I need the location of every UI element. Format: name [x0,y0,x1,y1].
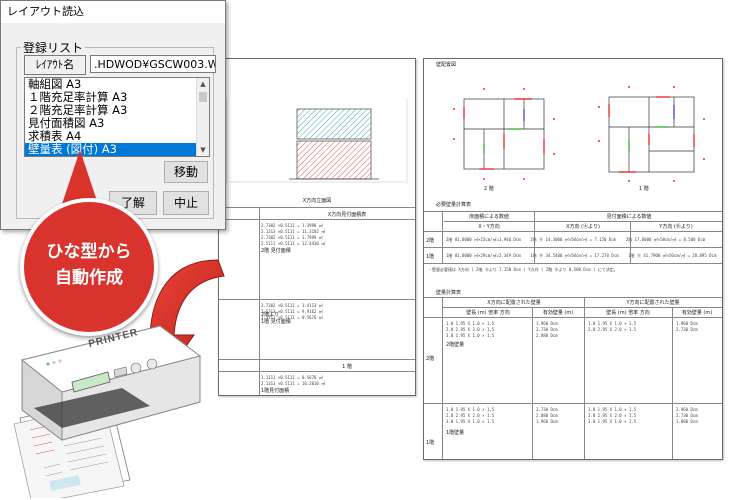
layout-load-dialog: レイアウト読込 登録リスト ﾚｲｱｳﾄ名 .HDWOD¥GSCW003.WOD … [0,0,226,230]
tbl2-data-1f: 1.0 1.95 X 1.0 × 1.5 2.0 2.95 X 2.0 × 1.5… [446,407,495,424]
tbl1-data-2f: 2階 81.0000 ㎡×15cm/㎡=1.940 Dcm 2階 Ⓐ 14.30… [446,237,706,242]
list-item-selected[interactable]: 壁量表 (図付) A3 [25,143,209,156]
tbl1-c3: Y方向 (Ⓑより) [659,224,693,230]
tbl2-eff-1f: 2.730 Dcm 2.880 Dcm 1.960 Dcm [536,407,558,424]
tbl2-h2: Y方向に配置された壁量 [626,300,680,306]
tbl2-c4: 有効壁量 (m) [681,310,713,316]
tbl2-eff-2f: 1.960 Dcm 2.730 Dcm 2.880 Dcm [536,321,558,338]
tbl2-row-2f: 2階 [426,356,435,362]
tbl2-yeff-2f: 1.960 Dcm 2.730 Dcm [676,321,698,332]
layout-path-field[interactable]: .HDWOD¥GSCW003.WOD [90,55,216,73]
tbl2-row-1f: 1階 [426,440,435,446]
tbl1-row-2f: 2階 [426,238,435,244]
scroll-up-icon[interactable]: ▲ [197,78,209,90]
bubble-line-1: ひな型から [46,242,132,262]
tbl1-row-1f: 1階 [426,254,435,260]
bubble-line-2: 自動作成 [55,268,123,288]
scroll-down-icon[interactable]: ▼ [197,144,209,156]
floor-plan-drawing [453,86,705,182]
tbl2-c3: 壁長 (m) 倍率 方向 [606,310,650,316]
tbl2-ydata-1f: 1.0 1.95 X 1.0 × 1.5 2.0 2.95 X 2.0 × 1.5… [588,407,637,424]
tbl2-c2: 有効壁量 (m) [542,310,574,316]
callout-bubble: ひな型から 自動作成 [20,198,158,336]
tbl2-sum-1f: 1階壁量 [446,430,465,436]
fig-caption-2f: 2 階 [484,186,494,192]
layout-name-label: ﾚｲｱｳﾄ名 [24,55,86,75]
group-label: 登録リスト [21,39,86,56]
listbox-scrollbar[interactable]: ▲ ▼ [196,78,209,156]
layout-listbox[interactable]: 軸組図 A3 １階充足率計算 A3 ２階充足率計算 A3 見付面積図 A3 求積… [24,77,210,157]
tbl1-c2: X方向 (Ⓐより) [566,224,600,230]
tbl2-sum-2f: 2階壁量 [446,342,465,348]
table-header: X方向見付面積表 [327,212,367,218]
tbl1-h1: 床面積による数値 [469,214,509,220]
document-sheet-wall-quantity: 壁配置図 2 階 1 階 必要壁量計算表 床面積による数値 見付面積による数値 … [423,58,723,460]
move-button[interactable]: 移動 [164,161,208,183]
dialog-title: レイアウト読込 [1,1,225,23]
cancel-button[interactable]: 中止 [163,191,209,215]
tbl2-yeff-1f: 2.960 Dcm 2.730 Dcm 1.880 Dcm [676,407,698,424]
tbl2-data-2f: 1.0 1.95 X 1.0 × 1.5 2.0 2.95 X 2.0 × 1.5… [446,321,495,338]
tbl1-title: 必要壁量計算表 [436,202,472,208]
tbl1-h2: 見付面積による数値 [606,214,652,220]
tbl2-ydata-2f: 1.0 1.95 X 1.0 × 1.5 2.0 2.95 X 2.0 × 1.5 [588,321,637,332]
elevation-drawing [226,99,408,184]
tbl1-note: ・壁量必要値は X方向 ( 2階 Ⓐより 7.150 Dcm ) Y方向 ( 2… [428,267,618,272]
scroll-thumb[interactable] [199,92,207,102]
tbl2-title: 壁量計算表 [436,290,462,296]
fig-caption-1f: 1 階 [639,186,649,192]
tbl1-c1: X・Y方向 [478,224,500,230]
fig-caption: X方向立面図 [302,198,332,204]
tbl2-h1: X方向に配置された壁量 [487,300,541,306]
tbl1-data-1f: 1階 81.0000 ㎡×29cm/㎡=2.349 Dcm 1階 Ⓑ 34.54… [446,253,717,258]
tbl2-c1: 壁長 (m) 倍率 方向 [466,310,510,316]
